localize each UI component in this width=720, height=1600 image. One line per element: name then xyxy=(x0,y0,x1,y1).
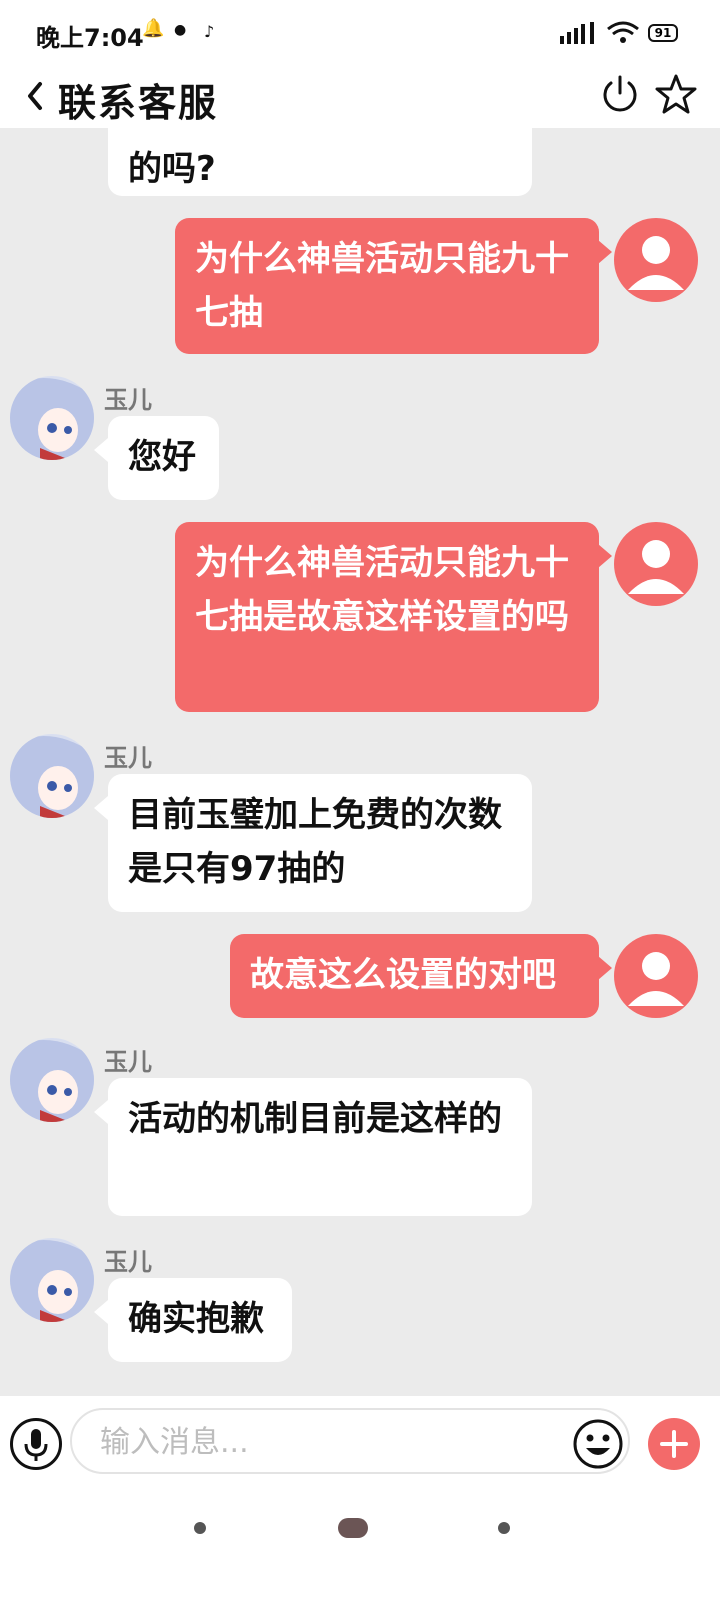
sender-name: 玉儿 xyxy=(104,1048,152,1076)
bell-icon: 🔔 xyxy=(142,18,165,39)
bubble-tail xyxy=(598,240,612,264)
app-notification-icon: ● xyxy=(174,22,187,38)
anime-avatar-icon xyxy=(10,1038,94,1122)
wifi-icon xyxy=(607,21,639,43)
tiktok-icon: ♪ xyxy=(204,22,215,41)
input-bar xyxy=(0,1396,720,1492)
agent-message: 您好 xyxy=(108,416,219,500)
user-avatar[interactable] xyxy=(614,522,698,606)
message-input-field[interactable] xyxy=(70,1408,630,1474)
user-message: 故意这么设置的对吧 xyxy=(230,934,599,1018)
plus-icon xyxy=(660,1430,688,1458)
agent-message: 的吗? xyxy=(108,128,532,196)
agent-message: 活动的机制目前是这样的 xyxy=(108,1078,532,1216)
user-icon xyxy=(628,540,684,594)
signal-icon xyxy=(560,22,594,44)
bubble-tail xyxy=(598,956,612,980)
anime-avatar-icon xyxy=(10,376,94,460)
bubble-tail xyxy=(94,1100,108,1124)
bubble-tail xyxy=(94,438,108,462)
add-button[interactable] xyxy=(648,1418,700,1470)
mic-button[interactable] xyxy=(10,1418,62,1470)
chat-area[interactable]: 的吗? 为什么神兽活动只能九十七抽 玉儿 您好 为什么神兽活动只能九十七抽是故意… xyxy=(0,128,720,1396)
agent-avatar[interactable] xyxy=(10,376,94,460)
agent-avatar[interactable] xyxy=(10,1238,94,1322)
sender-name: 玉儿 xyxy=(104,1248,152,1276)
emoji-icon[interactable] xyxy=(572,1418,624,1470)
nav-recents-button[interactable] xyxy=(498,1522,510,1534)
status-time: 晚上7:04 xyxy=(36,24,144,52)
nav-back-button[interactable] xyxy=(194,1522,206,1534)
microphone-icon xyxy=(24,1429,48,1461)
user-icon xyxy=(628,952,684,1006)
agent-avatar[interactable] xyxy=(10,734,94,818)
bubble-tail xyxy=(94,796,108,820)
anime-avatar-icon xyxy=(10,734,94,818)
battery-indicator: 91 xyxy=(648,24,678,42)
user-message: 为什么神兽活动只能九十七抽是故意这样设置的吗 xyxy=(175,522,599,712)
nav-home-button[interactable] xyxy=(338,1518,368,1538)
user-avatar[interactable] xyxy=(614,218,698,302)
header: 联系客服 xyxy=(0,64,720,128)
agent-avatar[interactable] xyxy=(10,1038,94,1122)
bubble-tail xyxy=(94,1300,108,1324)
agent-message: 确实抱歉 xyxy=(108,1278,292,1362)
system-nav-bar xyxy=(0,1492,720,1600)
sender-name: 玉儿 xyxy=(104,386,152,414)
anime-avatar-icon xyxy=(10,1238,94,1322)
status-bar: 晚上7:04 🔔 ● ♪ 91 xyxy=(0,0,720,64)
agent-message: 目前玉璧加上免费的次数是只有97抽的 xyxy=(108,774,532,912)
back-arrow-icon[interactable] xyxy=(20,72,50,120)
user-icon xyxy=(628,236,684,290)
user-message: 为什么神兽活动只能九十七抽 xyxy=(175,218,599,354)
message-input[interactable] xyxy=(98,1420,542,1464)
page-title: 联系客服 xyxy=(58,81,219,125)
sender-name: 玉儿 xyxy=(104,744,152,772)
power-icon[interactable] xyxy=(598,72,642,116)
star-icon[interactable] xyxy=(654,72,698,116)
user-avatar[interactable] xyxy=(614,934,698,1018)
bubble-tail xyxy=(598,544,612,568)
